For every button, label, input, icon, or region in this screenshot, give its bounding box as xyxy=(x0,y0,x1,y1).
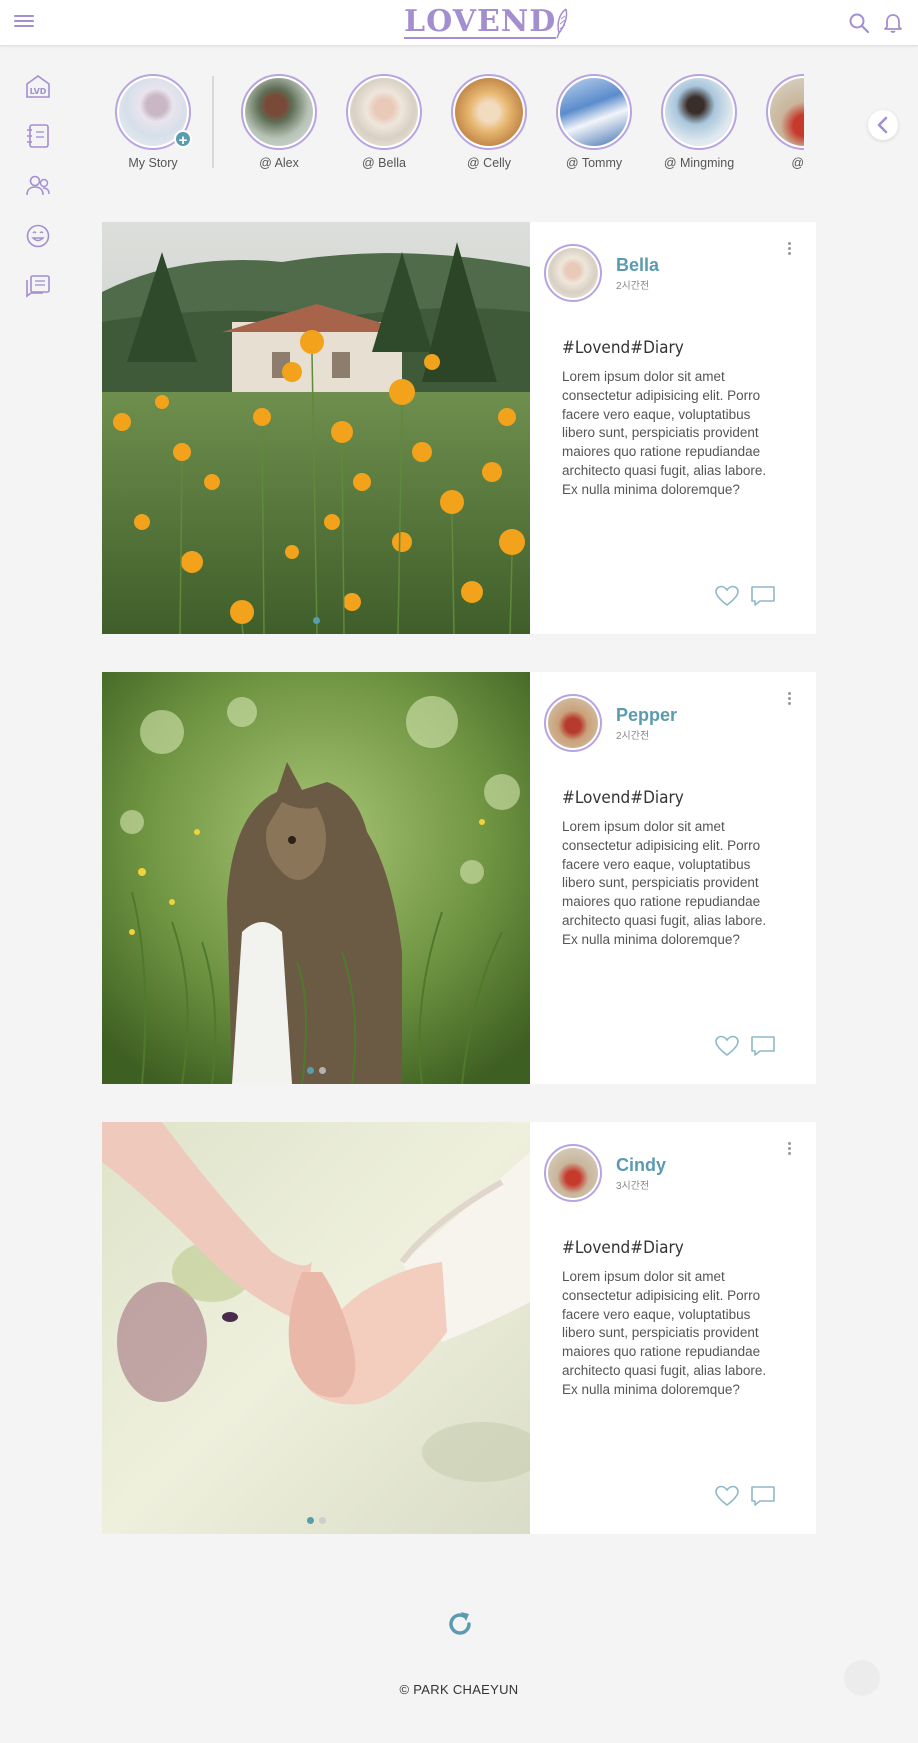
slide-dot[interactable] xyxy=(318,1067,326,1074)
comment-icon[interactable] xyxy=(750,1034,776,1058)
hamburger-icon[interactable] xyxy=(14,12,34,32)
story-label: @ Bella xyxy=(362,156,406,170)
more-options-icon[interactable] xyxy=(784,240,794,260)
orange-poppies-photo xyxy=(102,222,530,634)
post-body: Bella 2시간전 #Lovend#Diary Lorem ipsum dol… xyxy=(530,222,816,634)
heart-icon[interactable] xyxy=(714,584,740,608)
post-text: Lorem ipsum dolor sit amet consectetur a… xyxy=(562,1269,767,1397)
story-label: @ Tommy xyxy=(565,156,623,170)
post-card: Cindy 3시간전 #Lovend#Diary Lorem ipsum dol… xyxy=(102,1122,816,1534)
post-card: Pepper 2시간전 #Lovend#Diary Lorem ipsum do… xyxy=(102,672,816,1084)
story-photo xyxy=(665,78,733,146)
diary-icon[interactable] xyxy=(24,122,52,150)
story-c[interactable]: @ C xyxy=(764,74,804,170)
post-body: Pepper 2시간전 #Lovend#Diary Lorem ipsum do… xyxy=(530,672,816,1084)
chat-list-icon[interactable] xyxy=(24,272,52,300)
story-label: @ Mingming xyxy=(663,156,735,170)
story-photo xyxy=(350,78,418,146)
slide-dot[interactable] xyxy=(306,1517,314,1524)
post-image[interactable] xyxy=(102,672,530,1084)
heart-icon[interactable] xyxy=(714,1484,740,1508)
chevron-left-icon xyxy=(877,116,888,134)
post-hashtag: #Lovend#Diary xyxy=(562,338,684,358)
post-image[interactable] xyxy=(102,1122,530,1534)
story-avatar xyxy=(346,74,422,150)
story-avatar xyxy=(556,74,632,150)
holding-hands-photo xyxy=(102,1122,530,1534)
slide-dot[interactable] xyxy=(318,1517,326,1524)
story-celly[interactable]: @ Celly xyxy=(449,74,529,170)
comment-icon[interactable] xyxy=(750,1484,776,1508)
story-photo xyxy=(245,78,313,146)
story-photo xyxy=(560,78,628,146)
story-my-story[interactable]: + My Story xyxy=(113,74,193,170)
post-time: 2시간전 xyxy=(616,281,650,292)
story-bella[interactable]: @ Bella xyxy=(344,74,424,170)
friends-icon[interactable] xyxy=(24,172,52,200)
story-avatar xyxy=(451,74,527,150)
logo[interactable]: LOVEND xyxy=(404,4,570,42)
slide-dot[interactable] xyxy=(312,617,320,624)
cat-in-grass-photo xyxy=(102,672,530,1084)
slide-dot[interactable] xyxy=(306,1067,314,1074)
author-name[interactable]: Pepper xyxy=(616,705,677,726)
scroll-top-button[interactable] xyxy=(844,1660,880,1696)
post-time: 2시간전 xyxy=(616,731,650,742)
heart-icon[interactable] xyxy=(714,1034,740,1058)
add-story-icon[interactable]: + xyxy=(174,130,192,149)
post-text: Lorem ipsum dolor sit amet consectetur a… xyxy=(562,369,767,497)
post-hashtag: #Lovend#Diary xyxy=(562,1238,684,1258)
more-options-icon[interactable] xyxy=(784,690,794,710)
top-header: LOVEND xyxy=(0,0,918,46)
sidebar: LVD xyxy=(24,72,52,322)
author-name[interactable]: Bella xyxy=(616,255,659,276)
slide-dots xyxy=(102,617,530,624)
story-label: @ C xyxy=(791,156,804,170)
story-avatar xyxy=(766,74,804,150)
svg-text:LVD: LVD xyxy=(30,87,47,96)
story-alex[interactable]: @ Alex xyxy=(239,74,319,170)
story-avatar: + xyxy=(115,74,192,150)
story-photo xyxy=(770,78,804,146)
feather-icon xyxy=(556,8,568,39)
story-label: My Story xyxy=(128,156,178,170)
author-avatar[interactable] xyxy=(544,244,602,302)
search-icon[interactable] xyxy=(848,12,870,34)
story-avatar xyxy=(241,74,317,150)
story-photo xyxy=(455,78,523,146)
footer-copyright: © PARK CHAEYUN xyxy=(399,1682,519,1697)
slide-dots xyxy=(102,1517,530,1524)
author-name[interactable]: Cindy xyxy=(616,1155,666,1176)
stories-bar: + My Story @ Alex @ Bella @ Celly @ Tomm… xyxy=(110,72,804,176)
author-avatar[interactable] xyxy=(544,694,602,752)
story-avatar xyxy=(661,74,737,150)
refresh-icon[interactable] xyxy=(444,1608,476,1640)
home-icon[interactable]: LVD xyxy=(24,72,52,100)
post-text: Lorem ipsum dolor sit amet consectetur a… xyxy=(562,819,767,947)
smile-icon[interactable] xyxy=(24,222,52,250)
post-body: Cindy 3시간전 #Lovend#Diary Lorem ipsum dol… xyxy=(530,1122,816,1534)
story-label: @ Celly xyxy=(467,156,511,170)
post-hashtag: #Lovend#Diary xyxy=(562,788,684,808)
story-mingming[interactable]: @ Mingming xyxy=(659,74,739,170)
story-label: @ Alex xyxy=(259,156,299,170)
story-tommy[interactable]: @ Tommy xyxy=(554,74,634,170)
bell-icon[interactable] xyxy=(882,12,904,34)
more-options-icon[interactable] xyxy=(784,1140,794,1160)
comment-icon[interactable] xyxy=(750,584,776,608)
stories-prev-button[interactable] xyxy=(868,110,898,140)
post-image[interactable] xyxy=(102,222,530,634)
post-card: Bella 2시간전 #Lovend#Diary Lorem ipsum dol… xyxy=(102,222,816,634)
author-avatar[interactable] xyxy=(544,1144,602,1202)
slide-dots xyxy=(102,1067,530,1074)
story-divider xyxy=(212,76,214,168)
post-time: 3시간전 xyxy=(616,1181,650,1192)
